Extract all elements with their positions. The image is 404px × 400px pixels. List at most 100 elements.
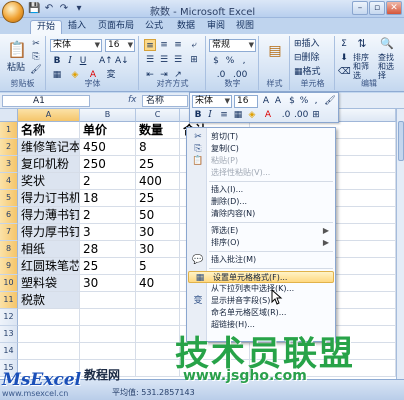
table-cell[interactable]: 相纸 bbox=[18, 241, 80, 258]
table-cell[interactable]: 奖状 bbox=[18, 173, 80, 190]
context-menu-item[interactable]: 清除内容(N) bbox=[187, 208, 335, 220]
mini-font-color-icon[interactable]: A bbox=[262, 109, 274, 121]
table-cell[interactable] bbox=[80, 292, 136, 309]
context-menu-item[interactable]: 变显示拼音字段(S) bbox=[187, 295, 335, 307]
find-select-icon[interactable]: 🔍 bbox=[380, 38, 394, 50]
grow-font-icon[interactable]: A↑ bbox=[99, 55, 113, 67]
table-cell[interactable]: 25 bbox=[80, 258, 136, 275]
table-cell[interactable] bbox=[18, 309, 80, 326]
context-menu-item[interactable]: 插入(I)... bbox=[187, 184, 335, 196]
delete-cells-button[interactable]: ⊟删除 bbox=[293, 52, 321, 65]
mini-bold-button[interactable]: B bbox=[192, 109, 204, 121]
table-cell[interactable]: 5 bbox=[136, 258, 180, 275]
align-left-icon[interactable]: ☰ bbox=[144, 54, 156, 66]
table-cell[interactable] bbox=[136, 292, 180, 309]
table-cell[interactable]: 数量 bbox=[136, 122, 180, 139]
close-button[interactable]: ✕ bbox=[386, 1, 402, 15]
mini-format-painter-icon[interactable]: 🖌 bbox=[324, 95, 336, 107]
column-header-b[interactable]: B bbox=[80, 109, 136, 122]
currency-icon[interactable]: $ bbox=[210, 55, 222, 67]
mini-decrease-decimal-icon[interactable]: .0 bbox=[280, 109, 292, 121]
mini-align-icon[interactable]: ≡ bbox=[218, 109, 230, 121]
tab-formulas[interactable]: 公式 bbox=[145, 20, 163, 34]
table-cell[interactable]: 红圆珠笔芯 bbox=[18, 258, 80, 275]
context-menu-item[interactable]: 💬 插入批注(M) bbox=[187, 254, 335, 266]
cut-icon[interactable]: ✂ bbox=[30, 38, 42, 50]
vertical-scrollbar[interactable] bbox=[396, 109, 404, 379]
copy-icon[interactable]: ⎘ bbox=[30, 51, 42, 63]
table-cell[interactable] bbox=[80, 309, 136, 326]
find-select-button[interactable]: 查找和选择 bbox=[377, 52, 401, 80]
minimize-button[interactable]: – bbox=[352, 1, 368, 15]
office-button[interactable] bbox=[2, 1, 24, 23]
formula-input[interactable]: 名称 bbox=[142, 95, 188, 107]
table-cell[interactable]: 维修笔记本 bbox=[18, 139, 80, 156]
table-cell[interactable]: 18 bbox=[80, 190, 136, 207]
row-header[interactable]: 3 bbox=[0, 156, 18, 173]
align-center-icon[interactable]: ☰ bbox=[158, 54, 170, 66]
table-cell[interactable]: 3 bbox=[80, 224, 136, 241]
align-bottom-icon[interactable]: ≡ bbox=[172, 39, 184, 51]
row-header[interactable]: 4 bbox=[0, 173, 18, 190]
table-cell[interactable]: 450 bbox=[80, 139, 136, 156]
scrollbar-thumb[interactable] bbox=[398, 121, 404, 161]
merge-icon[interactable]: ⊞ bbox=[188, 54, 200, 66]
table-cell[interactable]: 单价 bbox=[80, 122, 136, 139]
column-header-a[interactable]: A bbox=[18, 109, 80, 122]
row-header[interactable]: 13 bbox=[0, 326, 18, 343]
table-cell[interactable]: 8 bbox=[136, 139, 180, 156]
row-header[interactable]: 14 bbox=[0, 343, 18, 360]
row-header[interactable]: 2 bbox=[0, 139, 18, 156]
table-cell[interactable]: 400 bbox=[136, 173, 180, 190]
mini-font-combo[interactable]: 宋体 ▼ bbox=[192, 95, 232, 108]
autosum-button[interactable]: Σ bbox=[338, 38, 350, 50]
table-cell[interactable] bbox=[136, 360, 180, 377]
mini-shrink-font-icon[interactable]: A bbox=[272, 95, 284, 107]
mini-increase-decimal-icon[interactable]: .00 bbox=[294, 109, 308, 121]
italic-button[interactable]: I bbox=[64, 55, 76, 67]
shrink-font-icon[interactable]: A↓ bbox=[115, 55, 129, 67]
mini-italic-button[interactable]: I bbox=[204, 109, 216, 121]
table-cell[interactable]: 得力薄书钉 bbox=[18, 207, 80, 224]
sort-filter-icon[interactable]: ⇅ bbox=[356, 38, 368, 50]
align-right-icon[interactable]: ☰ bbox=[172, 54, 184, 66]
undo-icon[interactable]: ↶ bbox=[43, 3, 55, 15]
tab-insert[interactable]: 插入 bbox=[68, 20, 86, 34]
paste-button[interactable]: 粘贴 bbox=[6, 62, 26, 75]
row-header[interactable]: 9 bbox=[0, 258, 18, 275]
save-icon[interactable]: 💾 bbox=[28, 3, 40, 15]
font-size-combo[interactable]: 16 ▼ bbox=[105, 39, 135, 52]
tab-review[interactable]: 审阅 bbox=[207, 20, 225, 34]
sort-filter-button[interactable]: 排序和筛选 bbox=[352, 52, 376, 80]
context-menu-item[interactable]: 命名单元格区域(R)... bbox=[187, 307, 335, 319]
row-header[interactable]: 6 bbox=[0, 207, 18, 224]
tab-data[interactable]: 数据 bbox=[177, 20, 195, 34]
percent-button[interactable]: % bbox=[224, 55, 236, 67]
context-menu-item[interactable]: ⎘ 复制(C) bbox=[187, 143, 335, 155]
select-all-corner[interactable] bbox=[0, 109, 18, 122]
table-cell[interactable]: 25 bbox=[136, 190, 180, 207]
table-cell[interactable]: 税款 bbox=[18, 292, 80, 309]
table-cell[interactable] bbox=[18, 343, 80, 360]
table-cell[interactable] bbox=[80, 326, 136, 343]
row-header[interactable]: 8 bbox=[0, 241, 18, 258]
fx-icon[interactable]: fx bbox=[128, 95, 137, 105]
row-header[interactable]: 1 bbox=[0, 122, 18, 139]
table-cell[interactable] bbox=[136, 343, 180, 360]
table-cell[interactable]: 28 bbox=[80, 241, 136, 258]
table-cell[interactable]: 2 bbox=[80, 173, 136, 190]
comma-button[interactable]: , bbox=[238, 55, 250, 67]
restore-button[interactable]: ▫ bbox=[369, 1, 385, 15]
number-format-combo[interactable]: 常规 ▼ bbox=[209, 39, 256, 52]
mini-currency-icon[interactable]: $ bbox=[286, 95, 298, 107]
redo-icon[interactable]: ↷ bbox=[58, 3, 70, 15]
context-menu-item[interactable]: 筛选(E) ▶ bbox=[187, 225, 335, 237]
mini-merge-icon[interactable]: ⊞ bbox=[310, 109, 322, 121]
underline-button[interactable]: U bbox=[77, 55, 89, 67]
wrap-text-icon[interactable]: ⤶ bbox=[188, 39, 200, 51]
table-cell[interactable] bbox=[136, 326, 180, 343]
tab-view[interactable]: 视图 bbox=[236, 20, 254, 34]
table-cell[interactable]: 得力订书机 bbox=[18, 190, 80, 207]
table-cell[interactable]: 2 bbox=[80, 207, 136, 224]
context-menu-item[interactable]: 删除(D)... bbox=[187, 196, 335, 208]
